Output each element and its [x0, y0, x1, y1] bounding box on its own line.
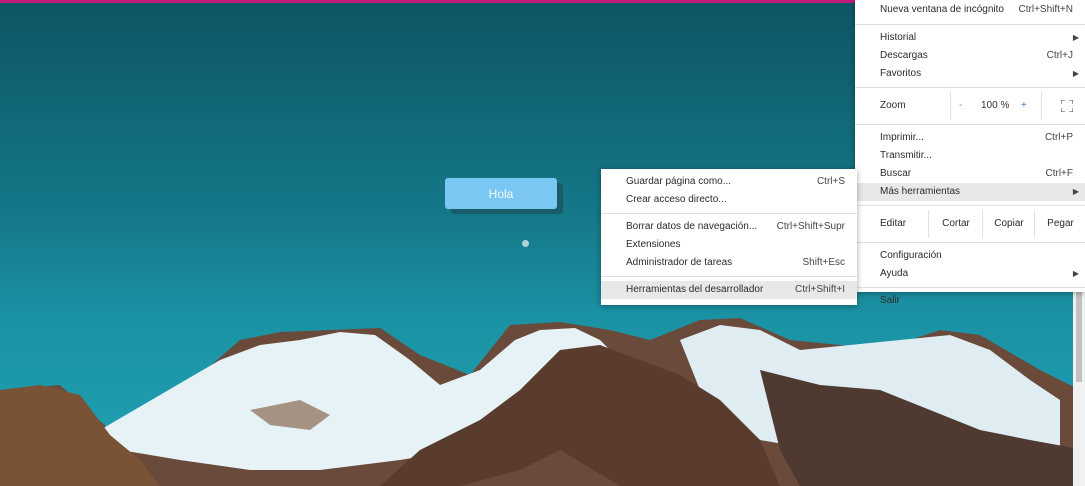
- zoom-in-button[interactable]: +: [1021, 92, 1027, 120]
- menu-item-settings[interactable]: Configuración: [855, 247, 1085, 265]
- menu-separator: [855, 242, 1085, 243]
- menu-item-label: Herramientas del desarrollador: [626, 284, 764, 295]
- more-tools-submenu: Guardar página como... Ctrl+S Crear acce…: [601, 169, 857, 305]
- chevron-right-icon: ▶: [1072, 269, 1079, 278]
- paste-button[interactable]: Pegar: [1034, 210, 1085, 238]
- zoom-out-button[interactable]: -: [959, 92, 962, 120]
- menu-item-label: Crear acceso directo...: [626, 194, 727, 205]
- chrome-main-menu: Nueva ventana de incógnito Ctrl+Shift+N …: [855, 0, 1085, 306]
- menu-item-label: Zoom: [880, 100, 906, 111]
- menu-item-label: Buscar: [880, 168, 912, 179]
- menu-item-label: Más herramientas: [880, 186, 961, 197]
- menu-item-downloads[interactable]: Descargas Ctrl+J: [855, 47, 1085, 65]
- menu-item-zoom: Zoom - 100 % +: [855, 92, 1085, 120]
- menu-item-label: Historial: [880, 32, 917, 43]
- moon: [522, 240, 529, 247]
- menu-item-incognito[interactable]: Nueva ventana de incógnito Ctrl+Shift+N: [855, 0, 1085, 20]
- shortcut-label: Ctrl+P: [1044, 132, 1073, 143]
- menu-item-label: Transmitir...: [880, 150, 932, 161]
- menu-item-label: Salir: [880, 295, 901, 306]
- menu-item-clear-data[interactable]: Borrar datos de navegación... Ctrl+Shift…: [601, 218, 857, 236]
- chevron-right-icon: ▶: [1072, 187, 1079, 196]
- menu-item-print[interactable]: Imprimir... Ctrl+P: [855, 129, 1085, 147]
- page-scrollbar[interactable]: [1073, 292, 1085, 486]
- menu-item-task-manager[interactable]: Administrador de tareas Shift+Esc: [601, 254, 857, 272]
- mountain-landscape: [0, 318, 1085, 486]
- menu-separator: [601, 276, 857, 277]
- menu-item-find[interactable]: Buscar Ctrl+F: [855, 165, 1085, 183]
- menu-item-label: Ayuda: [880, 268, 909, 279]
- menu-item-label: Extensiones: [626, 239, 681, 250]
- menu-item-extensions[interactable]: Extensiones: [601, 236, 857, 254]
- menu-item-label: Guardar página como...: [626, 176, 732, 187]
- menu-separator: [601, 213, 857, 214]
- menu-item-save-page[interactable]: Guardar página como... Ctrl+S: [601, 173, 857, 191]
- menu-item-dev-tools[interactable]: Herramientas del desarrollador Ctrl+Shif…: [601, 281, 857, 299]
- menu-item-exit[interactable]: Salir: [855, 292, 1085, 310]
- zoom-controls: - 100 % +: [950, 92, 1042, 120]
- shortcut-label: Ctrl+Shift+I: [794, 284, 845, 295]
- menu-item-label: Borrar datos de navegación...: [626, 221, 758, 232]
- menu-item-label: Imprimir...: [880, 132, 924, 143]
- menu-item-bookmarks[interactable]: Favoritos ▶: [855, 65, 1085, 83]
- chevron-right-icon: ▶: [1072, 33, 1079, 42]
- menu-separator: [855, 205, 1085, 206]
- menu-separator: [855, 24, 1085, 25]
- shortcut-label: Ctrl+J: [1046, 50, 1073, 61]
- shortcut-label: Ctrl+Shift+N: [1018, 4, 1073, 15]
- menu-item-more-tools[interactable]: Más herramientas ▶: [855, 183, 1085, 201]
- shortcut-label: Shift+Esc: [802, 257, 845, 268]
- menu-item-label: Configuración: [880, 250, 942, 261]
- menu-item-create-shortcut[interactable]: Crear acceso directo...: [601, 191, 857, 209]
- menu-item-history[interactable]: Historial ▶: [855, 29, 1085, 47]
- menu-separator: [855, 87, 1085, 88]
- menu-item-label: Descargas: [880, 50, 928, 61]
- copy-button[interactable]: Copiar: [982, 210, 1035, 238]
- menu-item-label: Nueva ventana de incógnito: [880, 4, 1004, 15]
- fullscreen-icon[interactable]: [1061, 100, 1073, 112]
- menu-separator: [855, 287, 1085, 288]
- menu-item-cast[interactable]: Transmitir...: [855, 147, 1085, 165]
- chevron-right-icon: ▶: [1072, 69, 1079, 78]
- menu-item-label: Favoritos: [880, 68, 922, 79]
- cut-button[interactable]: Cortar: [928, 210, 983, 238]
- shortcut-label: Ctrl+Shift+Supr: [776, 221, 845, 232]
- shortcut-label: Ctrl+F: [1045, 168, 1074, 179]
- zoom-level: 100 %: [981, 100, 1010, 111]
- menu-item-help[interactable]: Ayuda ▶: [855, 265, 1085, 283]
- menu-item-label: Administrador de tareas: [626, 257, 733, 268]
- menu-item-label: Editar: [880, 218, 907, 229]
- hola-button[interactable]: Hola: [445, 178, 557, 209]
- menu-separator: [855, 124, 1085, 125]
- menu-item-edit: Editar Cortar Copiar Pegar: [855, 210, 1085, 238]
- shortcut-label: Ctrl+S: [816, 176, 845, 187]
